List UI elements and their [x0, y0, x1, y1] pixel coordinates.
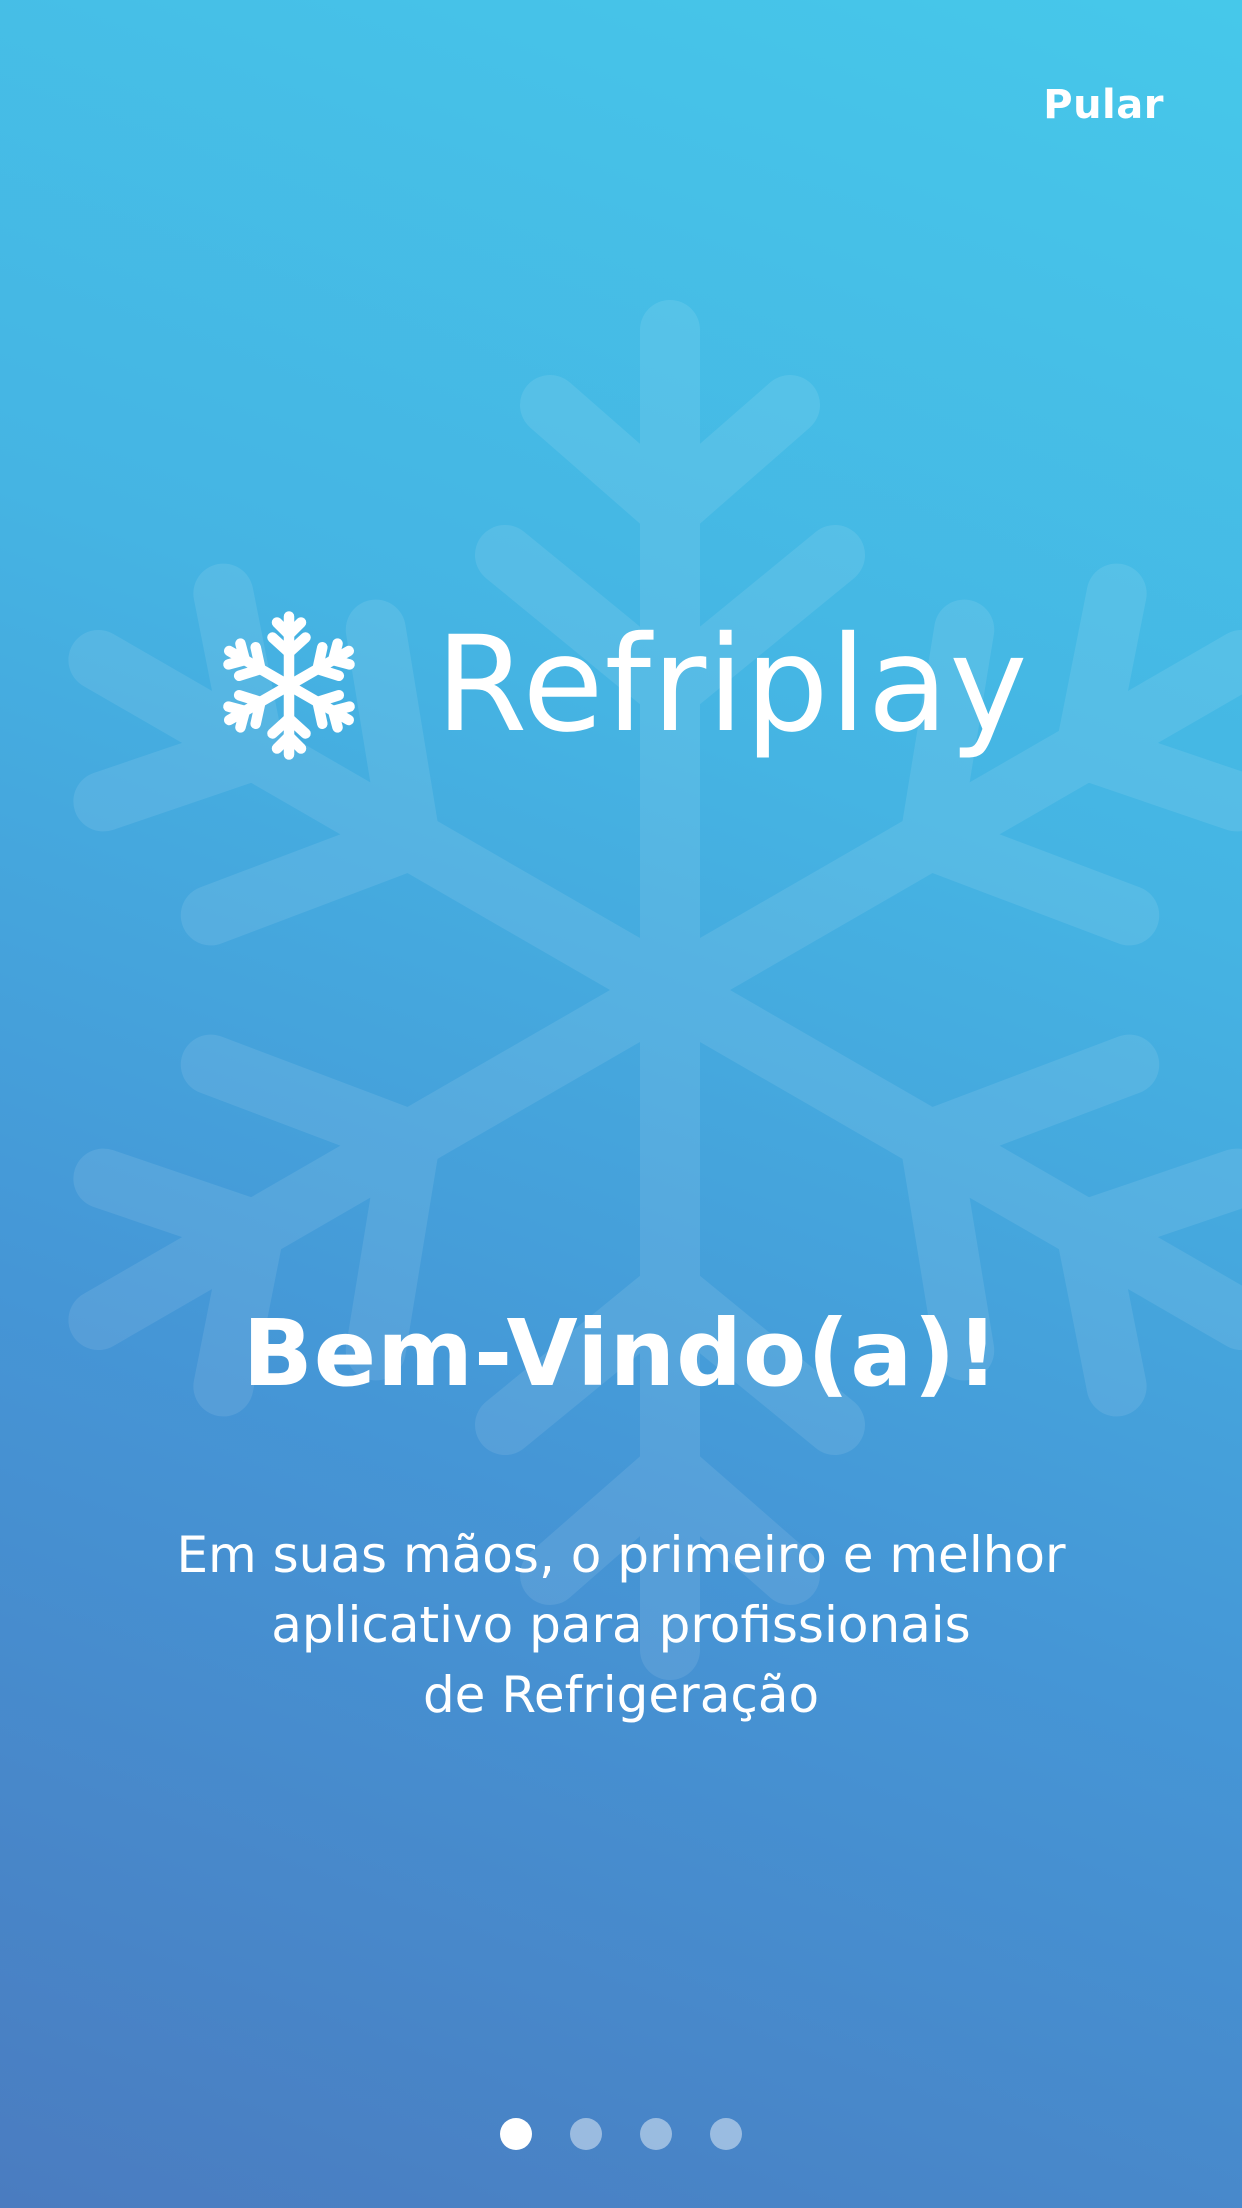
description-line: aplicativo para profissionais	[271, 1596, 971, 1654]
welcome-description: Em suas mãos, o primeiro e melhor aplica…	[110, 1520, 1132, 1730]
description-line: Em suas mãos, o primeiro e melhor	[176, 1526, 1066, 1584]
welcome-title: Bem-Vindo(a)!	[242, 1300, 1000, 1407]
page-dot-3[interactable]	[640, 2118, 672, 2150]
page-dot-4[interactable]	[710, 2118, 742, 2150]
page-dot-1[interactable]	[500, 2118, 532, 2150]
app-logo: Refriplay	[0, 590, 1242, 780]
description-line: de Refrigeração	[422, 1666, 820, 1724]
snowflake-icon	[214, 610, 364, 768]
onboarding-screen: Pular Refriplay Bem-Vindo(a)! Em suas mã…	[0, 0, 1242, 2208]
skip-button[interactable]: Pular	[1043, 82, 1164, 128]
background-snowflake-icon	[0, 300, 1242, 1740]
app-name: Refriplay	[435, 608, 1029, 762]
page-indicator	[0, 2118, 1242, 2150]
page-dot-2[interactable]	[570, 2118, 602, 2150]
